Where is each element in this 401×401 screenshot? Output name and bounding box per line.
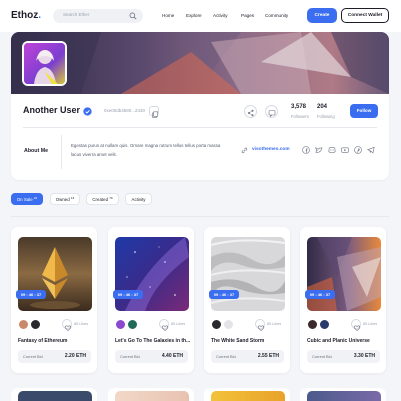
creator-avatar[interactable] <box>30 319 41 330</box>
link-icon <box>241 147 248 154</box>
nft-image[interactable] <box>307 237 381 311</box>
youtube-icon[interactable] <box>341 146 349 154</box>
likes-count: 85 Likes <box>74 322 89 326</box>
countdown-timer: 09 : 46 : 37 <box>209 290 239 299</box>
bid-value: 4.40 ETH <box>161 353 183 359</box>
countdown-timer: 09 : 46 : 37 <box>305 290 335 299</box>
about-title: About Me <box>24 148 49 154</box>
heart-icon[interactable] <box>62 319 72 332</box>
nft-image[interactable] <box>18 237 92 311</box>
bid-label: Current Bid <box>23 354 43 359</box>
creator-avatar[interactable] <box>319 319 330 330</box>
about-divider <box>61 135 62 169</box>
nft-card[interactable] <box>108 388 194 401</box>
owner-avatar[interactable] <box>18 319 29 330</box>
telegram-icon[interactable] <box>367 146 375 154</box>
tab-owned[interactable]: Owned 16 <box>50 193 80 205</box>
nav-explore[interactable]: Explore <box>186 13 202 18</box>
wallet-address: 0xe00db4b80...2430 <box>104 108 146 113</box>
nft-title[interactable]: Fantasy of Ethereum <box>18 338 94 344</box>
profile-card: Another User 0xe00db4b80...2430 3,578 Fo… <box>11 32 389 180</box>
share-icon[interactable] <box>244 105 257 118</box>
nft-image[interactable] <box>211 391 285 401</box>
owner-avatar[interactable] <box>211 319 222 330</box>
profile-banner <box>11 32 389 94</box>
bid-label: Current Bid <box>216 354 236 359</box>
create-button[interactable]: Create <box>307 8 337 23</box>
nft-card[interactable]: 09 : 46 : 37 85 Likes The White Sand Sto… <box>204 227 290 373</box>
owner-avatar[interactable] <box>307 319 318 330</box>
followers-count: 3,578 <box>291 104 307 110</box>
search-placeholder: Search Ether <box>63 12 90 17</box>
countdown-timer: 09 : 46 : 37 <box>16 290 46 299</box>
nft-card[interactable]: 09 : 46 : 37 85 Likes Cubic and Planic U… <box>300 227 386 373</box>
nft-title[interactable]: Cubic and Planic Universe <box>307 338 383 344</box>
nft-card[interactable]: 09 : 46 : 37 85 Likes Fantasy of Ethereu… <box>11 227 97 373</box>
bid-value: 2.55 ETH <box>257 353 279 359</box>
bid-value: 2.20 ETH <box>64 353 86 359</box>
nft-card[interactable] <box>11 388 97 401</box>
current-bid: Current Bid 2.20 ETH <box>18 350 91 363</box>
pinterest-icon[interactable] <box>354 146 362 154</box>
bid-value: 3.30 ETH <box>353 353 375 359</box>
nft-image[interactable] <box>115 237 189 311</box>
nft-card[interactable] <box>300 388 386 401</box>
nft-card[interactable] <box>204 388 290 401</box>
search-icon[interactable] <box>129 12 137 20</box>
nft-image[interactable] <box>18 391 92 401</box>
website-link[interactable]: visothemes.com <box>252 147 290 152</box>
profile-name: Another User <box>23 105 81 115</box>
nav-pages[interactable]: Pages <box>241 13 254 18</box>
current-bid: Current Bid 2.55 ETH <box>211 350 284 363</box>
creator-avatar[interactable] <box>127 319 138 330</box>
search-input[interactable]: Search Ether <box>53 9 143 23</box>
copy-icon[interactable] <box>149 106 159 118</box>
logo[interactable]: Ethoz. <box>11 10 41 21</box>
likes-count: 85 Likes <box>267 322 282 326</box>
discord-icon[interactable] <box>328 146 336 154</box>
tabs-divider <box>11 216 389 217</box>
twitter-icon[interactable] <box>315 146 323 154</box>
nav-activity[interactable]: Activity <box>213 13 228 18</box>
creator-avatar[interactable] <box>223 319 234 330</box>
connect-wallet-button[interactable]: Connect Wallet <box>341 8 389 23</box>
bid-label: Current Bid <box>312 354 332 359</box>
top-header: Ethoz. Search Ether Home Explore Activit… <box>0 0 401 32</box>
heart-icon[interactable] <box>351 319 361 332</box>
nav-community[interactable]: Community <box>265 13 288 18</box>
nft-image[interactable] <box>115 391 189 401</box>
avatar[interactable] <box>22 41 67 86</box>
tab-on-sale[interactable]: On Sale 22 <box>11 193 43 205</box>
profile-divider <box>23 127 377 128</box>
nft-card[interactable]: 09 : 46 : 37 85 Likes Let's Go To The Ga… <box>108 227 194 373</box>
nav-home[interactable]: Home <box>162 13 174 18</box>
heart-icon[interactable] <box>255 319 265 332</box>
countdown-timer: 09 : 46 : 37 <box>113 290 143 299</box>
bid-label: Current Bid <box>120 354 140 359</box>
nft-image[interactable] <box>211 237 285 311</box>
nft-title[interactable]: The White Sand Storm <box>211 338 287 344</box>
nft-title[interactable]: Let's Go To The Galaxies in th... <box>115 338 191 344</box>
about-bio: Egestas purus at nullam quis. Ornare mag… <box>71 143 221 157</box>
following-label: Following <box>317 114 335 119</box>
owner-avatar[interactable] <box>115 319 126 330</box>
nft-image[interactable] <box>307 391 381 401</box>
current-bid: Current Bid 4.40 ETH <box>115 350 188 363</box>
tab-created[interactable]: Created 79 <box>86 193 119 205</box>
heart-icon[interactable] <box>159 319 169 332</box>
likes-count: 85 Likes <box>171 322 186 326</box>
current-bid: Current Bid 3.30 ETH <box>307 350 380 363</box>
following-count: 204 <box>317 104 328 110</box>
tab-activity[interactable]: Activity <box>125 193 152 205</box>
follow-button[interactable]: Follow <box>350 104 378 118</box>
verified-icon <box>83 107 92 116</box>
message-icon[interactable] <box>265 105 278 118</box>
followers-label: Followers <box>291 114 309 119</box>
likes-count: 85 Likes <box>363 322 378 326</box>
facebook-icon[interactable] <box>302 146 310 154</box>
